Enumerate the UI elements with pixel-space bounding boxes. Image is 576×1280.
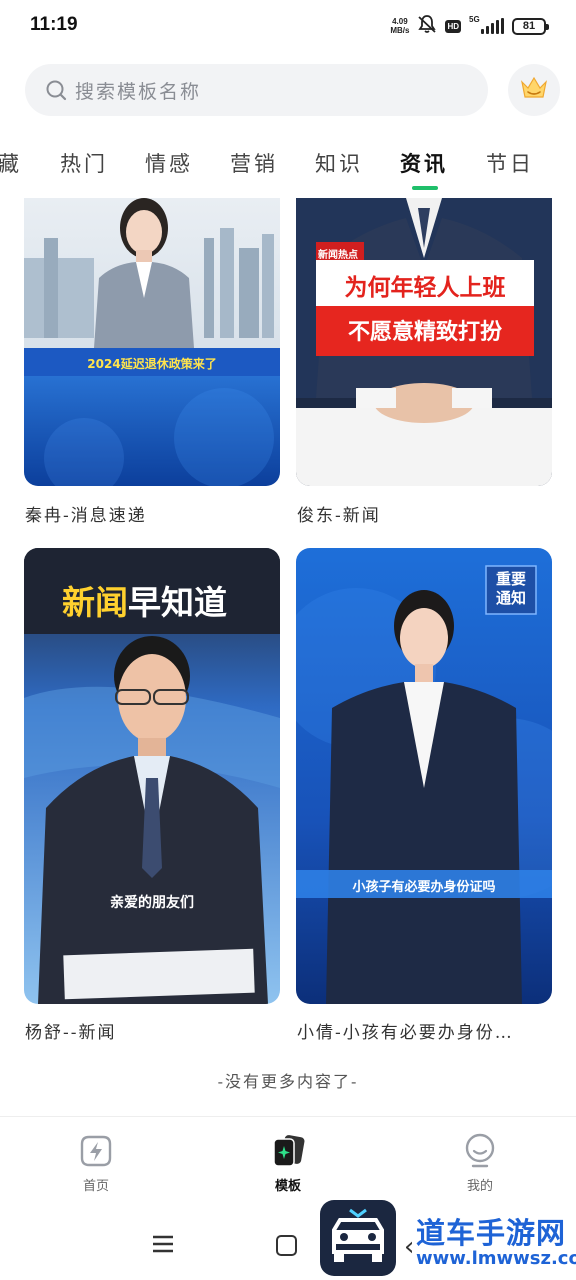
tab-news[interactable]: 资讯 bbox=[400, 148, 448, 178]
template-card-2[interactable]: 新闻热点 为何年轻人上班 不愿意精致打扮 bbox=[296, 198, 552, 486]
nav-home[interactable]: 首页 bbox=[46, 1133, 146, 1194]
card-caption: 2024延迟退休政策来了 bbox=[87, 357, 217, 371]
status-bar: 11:19 4.09 MB/s HD 5G 81 bbox=[0, 0, 576, 52]
card-title-4[interactable]: 小倩-小孩有必要办身份… bbox=[297, 1018, 514, 1043]
template-card-3[interactable]: 新闻早知道 亲爱的朋友们 bbox=[24, 548, 280, 1004]
template-card-1[interactable]: 2024延迟退休政策来了 bbox=[24, 198, 280, 486]
nav-templates[interactable]: 模板 bbox=[238, 1133, 338, 1194]
tab-hot[interactable]: 热门 bbox=[60, 148, 108, 178]
watermark-logo bbox=[320, 1200, 396, 1276]
card-badge: 重要 通知 bbox=[495, 570, 526, 607]
status-icons: 4.09 MB/s HD 5G 81 bbox=[390, 14, 549, 38]
tab-holiday[interactable]: 节日 bbox=[486, 148, 534, 178]
lightning-icon bbox=[78, 1133, 114, 1169]
card-headline-2: 不愿意精致打扮 bbox=[347, 320, 502, 345]
card-banner: 新闻早知道 bbox=[62, 583, 227, 622]
template-icon bbox=[270, 1133, 306, 1169]
tab-collect[interactable]: 藏 bbox=[0, 148, 22, 178]
watermark-url: www.lmwwsz.com bbox=[416, 1248, 576, 1269]
hd-badge: HD bbox=[445, 19, 461, 33]
watermark-title: 道车手游网 bbox=[416, 1216, 567, 1250]
template-card-4[interactable]: 重要 通知 小孩子有必要办身份证吗 bbox=[296, 548, 552, 1004]
card-title-2[interactable]: 俊东-新闻 bbox=[297, 501, 381, 526]
card-thumbnail: 2024延迟退休政策来了 bbox=[24, 198, 280, 486]
card-title-3[interactable]: 杨舒--新闻 bbox=[25, 1018, 117, 1043]
search-icon bbox=[45, 79, 67, 101]
mute-icon bbox=[417, 14, 437, 38]
tab-knowledge[interactable]: 知识 bbox=[315, 148, 363, 178]
bottom-nav: 首页 模板 我的 bbox=[0, 1116, 576, 1202]
battery-icon: 81 bbox=[512, 17, 549, 35]
vip-button[interactable] bbox=[508, 64, 560, 116]
card-thumbnail: 重要 通知 小孩子有必要办身份证吗 bbox=[296, 548, 552, 1004]
signal-icon: 5G bbox=[469, 15, 504, 34]
tab-marketing[interactable]: 营销 bbox=[230, 148, 278, 178]
watermark: 道车手游网 www.lmwwsz.com bbox=[320, 1198, 576, 1280]
tab-emotion[interactable]: 情感 bbox=[145, 148, 193, 178]
card-thumbnail: 新闻早知道 亲爱的朋友们 bbox=[24, 548, 280, 1004]
search-input[interactable]: 搜索模板名称 bbox=[25, 64, 488, 116]
profile-icon bbox=[462, 1133, 498, 1169]
crown-icon bbox=[519, 75, 549, 105]
nav-profile[interactable]: 我的 bbox=[430, 1133, 530, 1194]
active-tab-indicator bbox=[412, 186, 438, 190]
card-caption: 亲爱的朋友们 bbox=[110, 895, 194, 911]
no-more-content: -没有更多内容了- bbox=[217, 1072, 359, 1091]
card-title-1[interactable]: 秦冉-消息速递 bbox=[25, 501, 147, 526]
status-time: 11:19 bbox=[30, 14, 78, 35]
search-placeholder: 搜索模板名称 bbox=[75, 80, 202, 103]
menu-icon[interactable] bbox=[152, 1234, 174, 1258]
card-caption: 小孩子有必要办身份证吗 bbox=[352, 880, 496, 895]
card-tag: 新闻热点 bbox=[318, 250, 358, 261]
card-headline-1: 为何年轻人上班 bbox=[344, 275, 506, 301]
home-square-icon[interactable] bbox=[276, 1235, 297, 1256]
network-speed: 4.09 MB/s bbox=[390, 17, 410, 35]
card-thumbnail: 新闻热点 为何年轻人上班 不愿意精致打扮 bbox=[296, 198, 552, 486]
category-tabs: 藏 热门 情感 营销 知识 资讯 节日 bbox=[0, 138, 576, 194]
